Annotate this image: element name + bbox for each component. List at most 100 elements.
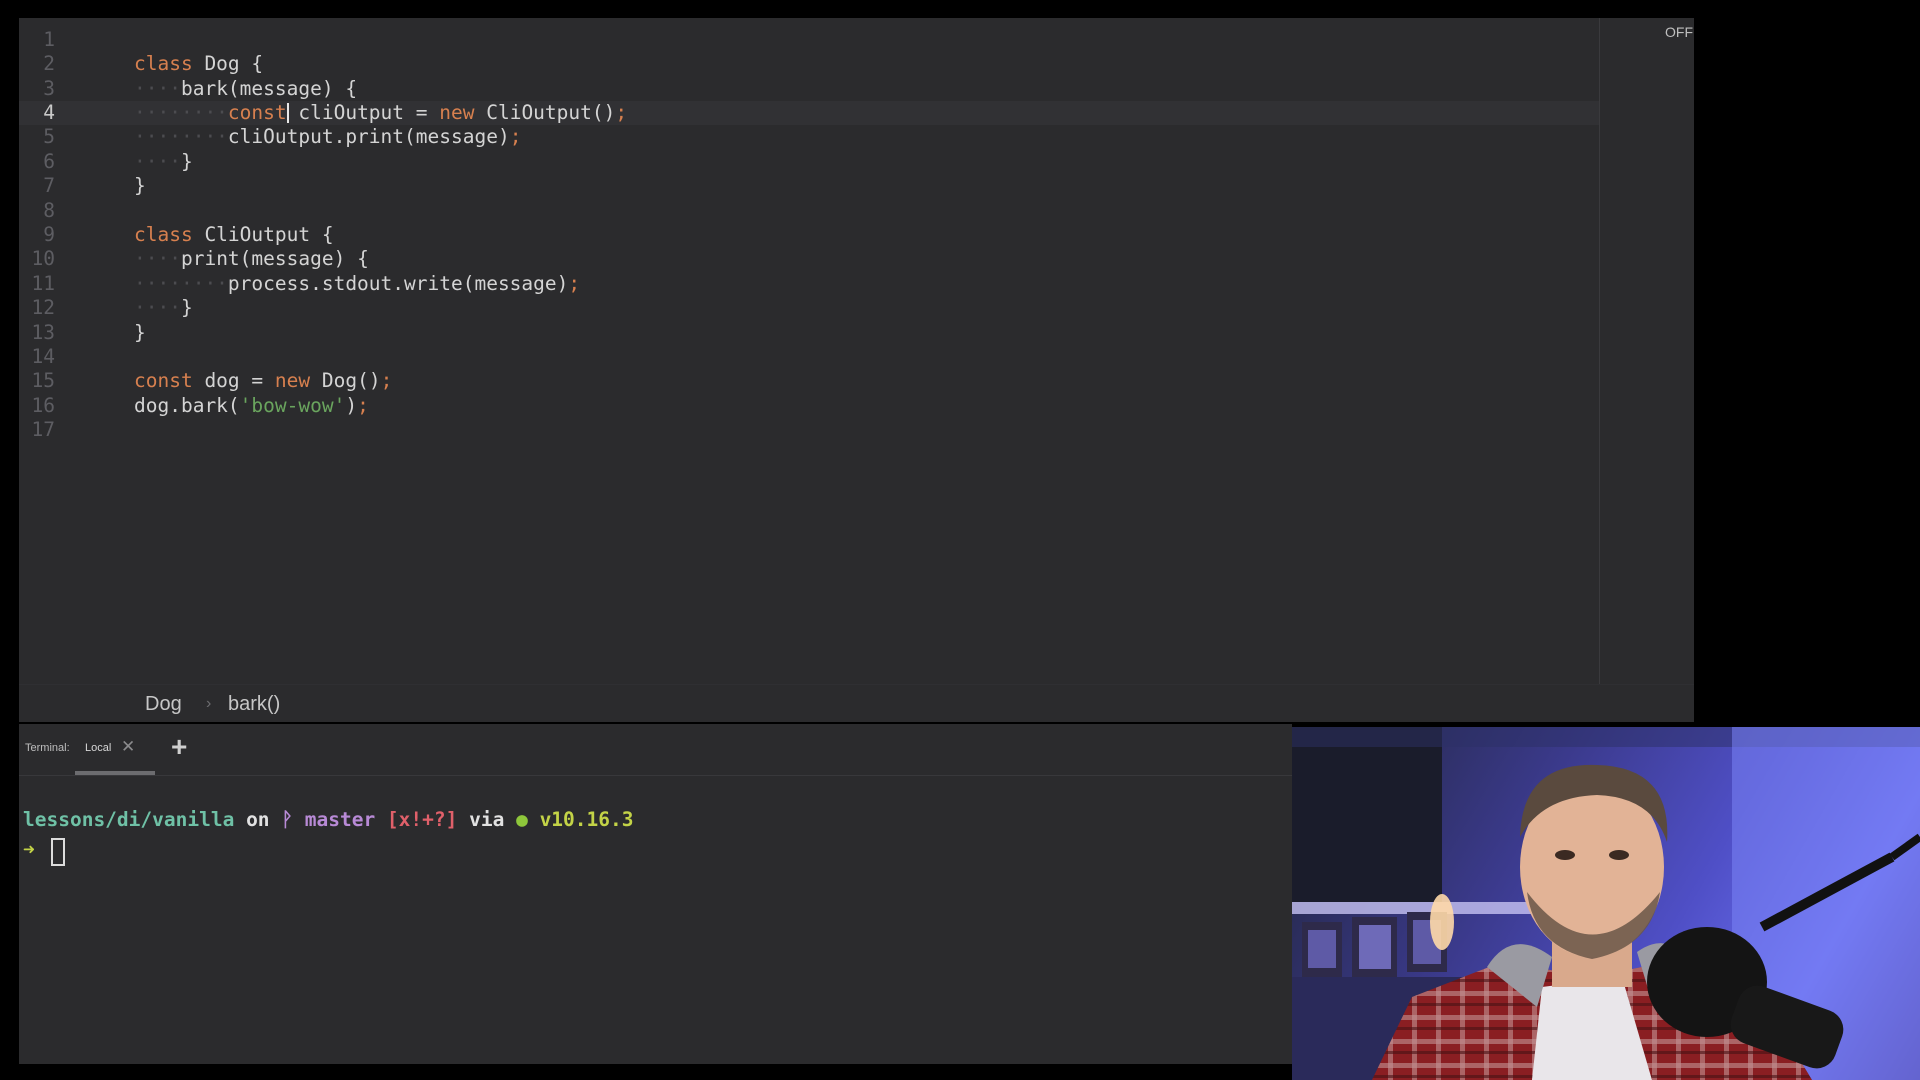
indent-guide: ········ [134, 125, 228, 149]
code-line[interactable]: 4 ········const cliOutput = new CliOutput… [19, 101, 1599, 125]
line-number: 5 [43, 125, 55, 149]
indent-guide: ···· [134, 296, 181, 320]
code-token: } [180, 149, 193, 173]
code-token: } [134, 174, 146, 198]
indent-guide: ········ [134, 101, 228, 124]
code-token: bark(message) [180, 76, 346, 100]
code-token: { [321, 223, 334, 246]
line-number: 17 [31, 418, 55, 442]
code-line[interactable]: 15 const dog = new Dog(); [19, 369, 1599, 393]
code-token: new [439, 101, 475, 124]
code-token: class [134, 52, 193, 76]
code-text: } [134, 174, 146, 198]
prompt-git-status: [x!+?] [375, 808, 458, 831]
code-line[interactable]: 16 dog.bark('bow-wow'); [19, 394, 1599, 418]
git-branch-icon: ᚹ [281, 808, 293, 831]
terminal-label: Terminal: [25, 742, 70, 754]
code-token: cliOutput.print(message) [227, 125, 510, 149]
code-token: new [274, 369, 311, 393]
line-number: 8 [43, 198, 55, 222]
code-text: ····} [134, 150, 193, 174]
line-number: 13 [31, 320, 55, 344]
node-icon: ● [516, 808, 528, 831]
line-number: 16 [31, 393, 55, 417]
breadcrumb-item-class[interactable]: Dog [145, 693, 182, 716]
code-token: { [345, 76, 358, 100]
terminal-cursor [51, 838, 65, 866]
code-token: cliOutput = [286, 101, 440, 124]
code-text: } [134, 321, 146, 345]
code-line[interactable]: 10 ····print(message) { [19, 247, 1599, 271]
prompt-node-version: v10.16.3 [527, 808, 634, 831]
prompt-path: lessons/di/vanilla [23, 808, 235, 831]
prompt-arrow-icon: ➜ [23, 838, 35, 861]
code-line[interactable]: 9 class CliOutput { [19, 223, 1599, 247]
screen: 1 2 class Dog {3 ····bark(message) {4 ······… [0, 0, 1920, 1080]
line-number: 12 [31, 296, 55, 320]
line-number: 14 [31, 345, 55, 368]
terminal-input-line[interactable]: ➜ [23, 838, 65, 866]
code-line[interactable]: 8 [19, 199, 1599, 223]
code-token: ; [509, 125, 522, 149]
code-text: const dog = new Dog(); [134, 369, 392, 393]
code-token: Dog() [310, 369, 381, 393]
line-number: 9 [43, 223, 55, 246]
code-line[interactable]: 14 [19, 345, 1599, 369]
line-number: 6 [43, 149, 55, 173]
code-token: } [180, 296, 193, 320]
code-text: ········process.stdout.write(message); [134, 272, 580, 296]
terminal-tab-local[interactable]: Local [85, 742, 111, 754]
code-line[interactable]: 7} [19, 174, 1599, 198]
code-token: CliOutput [192, 223, 322, 246]
code-token: ; [380, 369, 393, 393]
toggle-off-label[interactable]: OFF [1665, 24, 1693, 40]
code-token: ; [615, 101, 628, 124]
code-line[interactable]: 5 ········cliOutput.print(message); [19, 125, 1599, 149]
terminal-panel[interactable]: lessons/di/vanilla on ᚹ master [x!+?] vi… [19, 776, 1292, 1064]
prompt-branch: master [293, 808, 376, 831]
code-token: { [251, 52, 264, 76]
line-number: 1 [43, 27, 55, 51]
code-token: dog.bark( [134, 393, 240, 417]
code-token: 'bow-wow' [239, 393, 346, 417]
text-caret [286, 103, 289, 123]
webcam-scene [1292, 727, 1920, 1080]
line-number: 3 [43, 76, 55, 100]
code-line[interactable]: 11 ········process.stdout.write(message); [19, 272, 1599, 296]
code-editor[interactable]: 1 2 class Dog {3 ····bark(message) {4 ······… [19, 18, 1694, 684]
code-token: Dog [192, 52, 252, 76]
code-text: ····print(message) { [134, 247, 369, 271]
code-line[interactable]: 6 ····} [19, 150, 1599, 174]
code-token: CliOutput() [474, 101, 616, 124]
code-token: ; [357, 393, 369, 417]
code-token: { [357, 247, 369, 271]
shell-prompt: lessons/di/vanilla on ᚹ master [x!+?] vi… [23, 808, 634, 832]
code-text: ········const cliOutput = new CliOutput(… [134, 101, 627, 125]
code-line[interactable]: 3 ····bark(message) { [19, 77, 1599, 101]
indent-guide: ···· [134, 247, 181, 271]
code-line[interactable]: 2 class Dog { [19, 52, 1599, 76]
indent-guide: ········ [134, 271, 228, 295]
code-line[interactable]: 13} [19, 321, 1599, 345]
line-number: 7 [43, 174, 55, 198]
terminal-tab-bar: Terminal: Local ✕ + [19, 724, 1292, 776]
code-text: class CliOutput { [134, 223, 334, 247]
code-line[interactable]: 17 [19, 418, 1599, 442]
close-icon[interactable]: ✕ [121, 737, 135, 757]
chevron-right-icon: › [206, 695, 212, 712]
code-line[interactable]: 12 ····} [19, 296, 1599, 320]
webcam-video [1292, 727, 1920, 1080]
code-text: ····} [134, 296, 193, 320]
active-tab-indicator [75, 771, 155, 775]
code-token: const [227, 101, 287, 124]
code-text: ········cliOutput.print(message); [134, 125, 521, 149]
code-token: dog = [192, 369, 275, 393]
breadcrumb-item-method[interactable]: bark() [228, 693, 280, 716]
code-token: } [134, 320, 146, 344]
line-number: 4 [43, 101, 55, 124]
code-token: ) [345, 393, 358, 417]
add-terminal-icon[interactable]: + [171, 732, 187, 762]
code-token: process.stdout.write(message) [227, 271, 569, 295]
line-number: 15 [31, 369, 55, 393]
code-line[interactable]: 1 [19, 28, 1599, 52]
